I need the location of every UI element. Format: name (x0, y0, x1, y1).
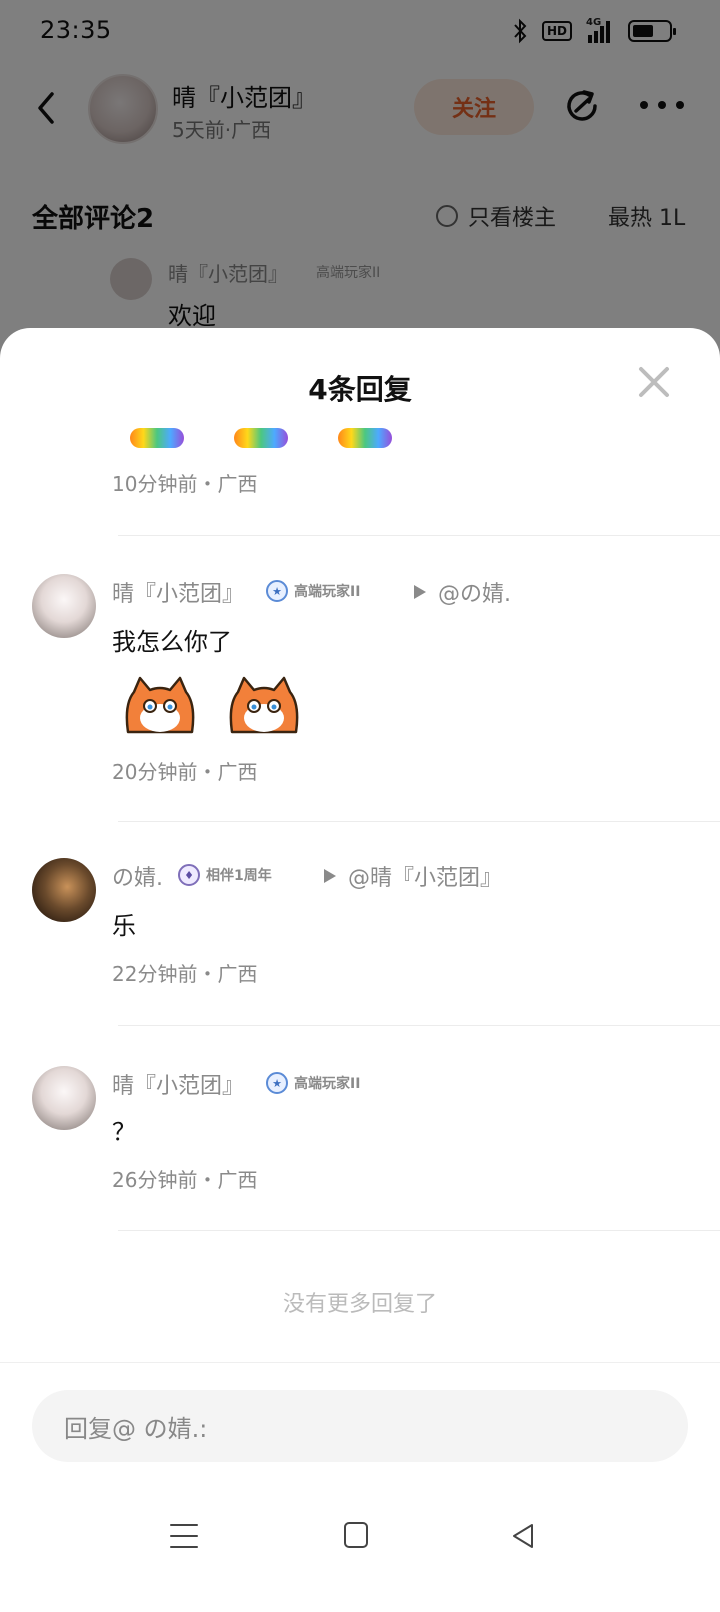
divider (118, 535, 720, 536)
avatar[interactable] (32, 574, 96, 638)
home-icon[interactable] (344, 1522, 368, 1548)
reply-to-target: @晴『小范团』 (348, 866, 503, 891)
avatar[interactable] (32, 1066, 96, 1130)
sheet-title: 4条回复 (308, 373, 412, 406)
no-more-replies-label: 没有更多回复了 (282, 1292, 437, 1317)
menu-icon[interactable] (170, 1524, 198, 1548)
cat-sticker-icon (229, 676, 299, 734)
reply-text: ？ (112, 1118, 136, 1146)
reply-input[interactable]: 回复@ の婧.: (32, 1390, 688, 1462)
reply-to[interactable]: @晴『小范团』 (324, 860, 502, 892)
reply-input-placeholder: 回复@ の婧.: (64, 1414, 208, 1443)
sticker-image (338, 428, 392, 448)
sticker-image (130, 428, 184, 448)
divider (118, 1230, 720, 1231)
badge-icon: ★ (266, 1072, 288, 1094)
badge-icon: ★ (266, 580, 288, 602)
reply-text: 我怎么你了 (112, 628, 232, 656)
badge-label: 高端玩家II (294, 584, 361, 600)
badge-label: 高端玩家II (294, 1076, 361, 1092)
avatar[interactable] (32, 858, 96, 922)
divider (118, 821, 720, 822)
reply-arrow-icon (414, 585, 426, 599)
reply-time: 10分钟前・广西 (112, 472, 258, 496)
reply-time: 26分钟前・广西 (112, 1168, 258, 1192)
system-nav-bar (0, 1484, 720, 1612)
user-badge: ★ 高端玩家II (266, 580, 360, 602)
reply-username[interactable]: 晴『小范团』 (112, 576, 244, 608)
user-badge: ♦ 相伴1周年 (178, 864, 272, 886)
user-badge: ★ 高端玩家II (266, 1072, 360, 1094)
badge-label: 相伴1周年 (206, 868, 272, 884)
reply-arrow-icon (324, 869, 336, 883)
divider (0, 1362, 720, 1363)
reply-text: 乐 (112, 912, 136, 940)
cat-sticker-icon (125, 676, 195, 734)
reply-time: 20分钟前・广西 (112, 760, 258, 784)
reply-username[interactable]: 晴『小范团』 (112, 1068, 244, 1100)
sticker-row-partial (130, 428, 430, 452)
close-icon[interactable] (636, 364, 672, 400)
divider (118, 1025, 720, 1026)
sticker-row (120, 674, 320, 744)
sticker-image (234, 428, 288, 448)
reply-sheet: 4条回复 10分钟前・广西 晴『小范团』 ★ 高端玩家II @の婧. 我怎么你了 (0, 328, 720, 1612)
back-triangle-icon[interactable] (510, 1522, 538, 1550)
badge-icon: ♦ (178, 864, 200, 886)
reply-to-target: @の婧. (438, 582, 511, 607)
reply-to[interactable]: @の婧. (414, 576, 511, 608)
reply-username[interactable]: の婧. (112, 860, 163, 892)
reply-time: 22分钟前・广西 (112, 962, 258, 986)
